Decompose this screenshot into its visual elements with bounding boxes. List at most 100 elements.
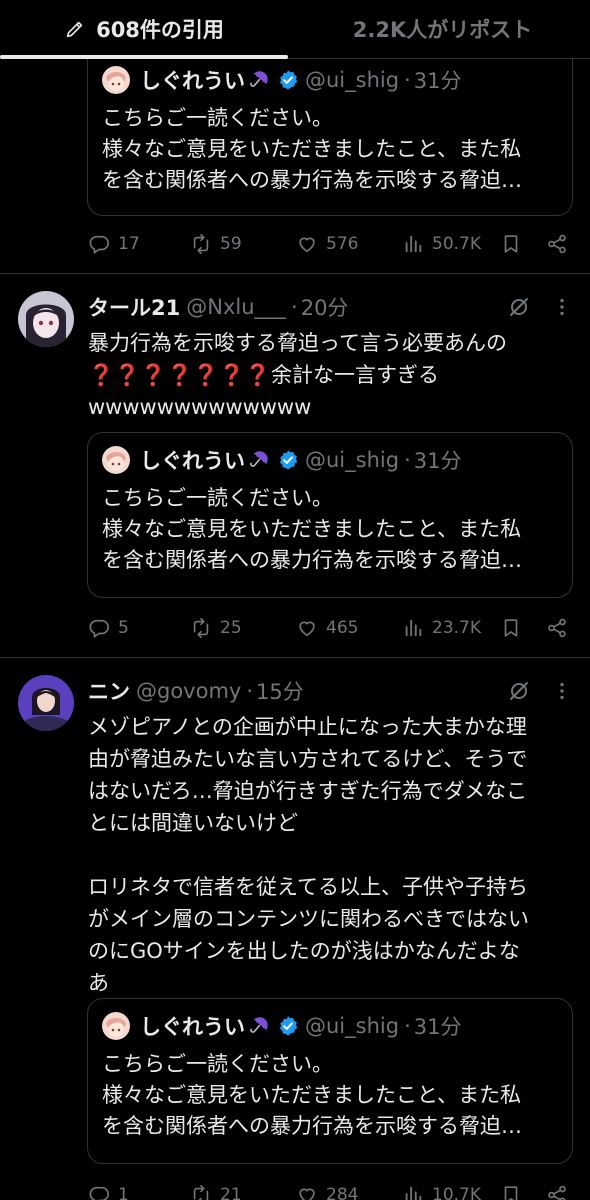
share-button[interactable] xyxy=(546,613,568,643)
reply-icon xyxy=(88,617,110,639)
reply-count: 5 xyxy=(118,618,129,638)
analytics-icon xyxy=(402,1184,424,1200)
quoted-time: 31分 xyxy=(413,449,462,473)
repost-button[interactable]: 21 xyxy=(190,1180,242,1200)
bookmark-button[interactable] xyxy=(500,1180,522,1200)
like-count: 465 xyxy=(326,618,359,638)
pencil-icon xyxy=(66,21,83,38)
author-avatar[interactable] xyxy=(18,675,74,731)
repost-button[interactable]: 59 xyxy=(190,229,242,259)
quoted-tweet-card[interactable]: しぐれうい @ui_shig · 31分 こちらご一読ください。 様々なご意見を… xyxy=(87,40,573,216)
quoted-tweet-header: しぐれうい @ui_shig · 31分 xyxy=(102,445,461,475)
reply-button[interactable]: 17 xyxy=(88,229,140,259)
like-button[interactable]: 465 xyxy=(296,613,358,643)
share-button[interactable] xyxy=(546,1180,568,1200)
verified-badge-icon xyxy=(277,449,299,471)
share-button[interactable] xyxy=(546,229,568,259)
bookmark-button[interactable] xyxy=(500,229,522,259)
like-button[interactable]: 576 xyxy=(296,229,358,259)
repost-count: 25 xyxy=(220,618,242,638)
tweet-text-line: 余計な一言すぎる xyxy=(271,363,440,387)
separator-dot: · xyxy=(291,295,298,319)
author-name[interactable]: タール21 xyxy=(88,292,180,322)
reply-icon xyxy=(88,1184,110,1200)
repost-button[interactable]: 25 xyxy=(190,613,242,643)
quoted-tweet-card[interactable]: しぐれうい @ui_shig · 31分 こちらご一読ください。 様々なご意見を… xyxy=(87,998,573,1164)
quoted-author-avatar xyxy=(102,1012,130,1040)
quoted-author-name: しぐれうい xyxy=(140,1015,245,1039)
verified-badge-icon xyxy=(277,69,299,91)
umbrella-emoji-icon xyxy=(247,448,271,472)
analytics-icon xyxy=(402,233,424,255)
tweet-action-bar: 1 21 284 10.7K xyxy=(88,1180,576,1200)
quoted-time: 31分 xyxy=(413,1015,462,1039)
verified-badge-icon xyxy=(277,1015,299,1037)
active-tab-indicator xyxy=(0,55,288,59)
tweet-header: ニン @govomy · 15分 xyxy=(88,676,304,706)
quoted-author-name: しぐれうい xyxy=(140,69,245,93)
repost-count: 21 xyxy=(220,1185,242,1200)
grok-icon[interactable] xyxy=(507,295,531,319)
share-icon xyxy=(546,617,568,639)
views-button[interactable]: 50.7K xyxy=(402,229,481,259)
grok-icon[interactable] xyxy=(507,679,531,703)
share-icon xyxy=(546,233,568,255)
author-handle[interactable]: @Nxlu___ xyxy=(186,295,286,319)
tweet-action-bar: 17 59 576 50.7K xyxy=(88,229,576,259)
tweet-time[interactable]: 20分 xyxy=(301,292,349,322)
repost-icon xyxy=(190,1184,212,1200)
repost-icon xyxy=(190,233,212,255)
quoted-author-handle: @ui_shig xyxy=(305,1014,400,1038)
separator-dot: · xyxy=(404,68,411,92)
quoted-tweet-header: しぐれうい @ui_shig · 31分 xyxy=(102,65,461,95)
reply-button[interactable]: 5 xyxy=(88,613,129,643)
view-count: 50.7K xyxy=(432,234,481,254)
views-button[interactable]: 10.7K xyxy=(402,1180,481,1200)
separator-dot: · xyxy=(404,1014,411,1038)
question-mark-emojis: ❓❓❓❓❓❓❓ xyxy=(88,363,272,387)
quoted-tweet-text: こちらご一読ください。 様々なご意見をいただきましたこと、また私 を含む関係者へ… xyxy=(102,106,522,192)
quoted-author-handle: @ui_shig xyxy=(305,68,400,92)
tweet-text-line: 暴力行為を示唆する脅迫って言う必要あんの xyxy=(88,331,507,355)
bookmark-icon xyxy=(500,1184,522,1200)
bookmark-button[interactable] xyxy=(500,613,522,643)
like-button[interactable]: 284 xyxy=(296,1180,358,1200)
view-count: 10.7K xyxy=(432,1185,481,1200)
quoted-tweet-text: こちらご一読ください。 様々なご意見をいただきましたこと、また私 を含む関係者へ… xyxy=(102,1052,522,1138)
like-count: 576 xyxy=(326,234,359,254)
repost-icon xyxy=(190,617,212,639)
author-avatar[interactable] xyxy=(18,291,74,347)
tweet-action-bar: 5 25 465 23.7K xyxy=(88,613,576,643)
tab-reposts[interactable]: 2.2K人がリポスト xyxy=(295,0,590,58)
quoted-author-name: しぐれうい xyxy=(140,449,245,473)
separator-dot: · xyxy=(404,448,411,472)
author-name[interactable]: ニン xyxy=(88,676,130,706)
heart-icon xyxy=(296,233,318,255)
analytics-icon xyxy=(402,617,424,639)
bookmark-icon xyxy=(500,617,522,639)
more-options-icon[interactable] xyxy=(551,296,573,318)
view-count: 23.7K xyxy=(432,618,481,638)
repost-count: 59 xyxy=(220,234,242,254)
quoted-tweet-header: しぐれうい @ui_shig · 31分 xyxy=(102,1011,461,1041)
tab-quotes[interactable]: 608件の引用 xyxy=(0,0,288,59)
bookmark-icon xyxy=(500,233,522,255)
tab-quotes-label: 608件の引用 xyxy=(96,18,224,42)
reply-button[interactable]: 1 xyxy=(88,1180,129,1200)
quoted-tweet-card[interactable]: しぐれうい @ui_shig · 31分 こちらご一読ください。 様々なご意見を… xyxy=(87,432,573,598)
heart-icon xyxy=(296,617,318,639)
reply-count: 1 xyxy=(118,1185,129,1200)
tweet-card[interactable]: ニン @govomy · 15分 メゾピアノとの企画が中止になった大まかな理 由… xyxy=(0,657,590,1200)
tab-reposts-label: 2.2K人がリポスト xyxy=(352,18,533,42)
separator-dot: · xyxy=(246,679,254,703)
views-button[interactable]: 23.7K xyxy=(402,613,481,643)
tab-bar: 608件の引用 2.2K人がリポスト xyxy=(0,0,590,59)
tweet-card[interactable]: タール21 @Nxlu___ · 20分 暴力行為を示唆する脅迫って言う必要あん… xyxy=(0,273,590,658)
tweet-time[interactable]: 15分 xyxy=(256,676,304,706)
quoted-author-avatar xyxy=(102,66,130,94)
umbrella-emoji-icon xyxy=(247,68,271,92)
tweet-text-line: wwwwwwwwwwwww xyxy=(88,395,312,419)
tweet-header: タール21 @Nxlu___ · 20分 xyxy=(88,292,348,322)
author-handle[interactable]: @govomy xyxy=(136,679,241,703)
more-options-icon[interactable] xyxy=(551,680,573,702)
